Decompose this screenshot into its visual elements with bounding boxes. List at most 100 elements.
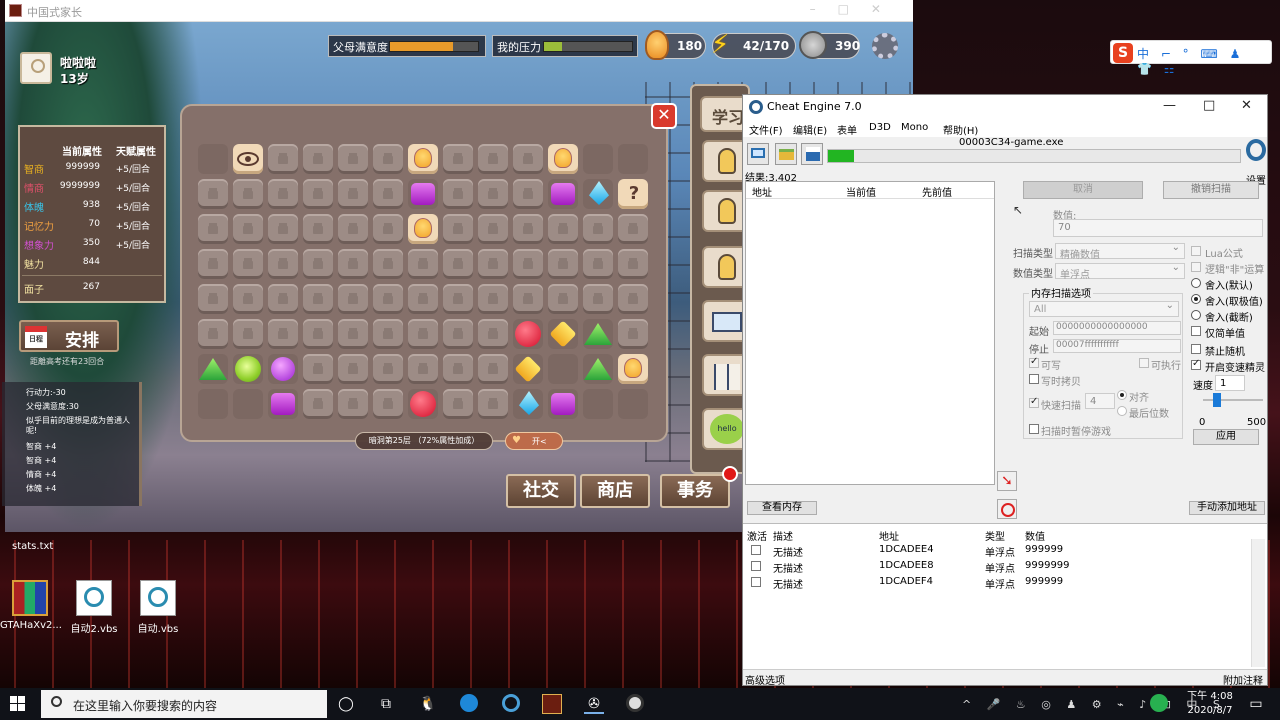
menu-item[interactable]: 编辑(E): [793, 122, 827, 137]
windows-start-icon[interactable]: [10, 696, 26, 712]
undo-scan-button[interactable]: 撤销扫描: [1163, 181, 1259, 199]
board-tile[interactable]: [548, 144, 578, 174]
board-tile[interactable]: [478, 389, 508, 419]
board-tile[interactable]: [443, 249, 473, 279]
board-tile[interactable]: [583, 249, 613, 279]
col-header-type[interactable]: 类型: [985, 528, 1005, 543]
ime-toolbar-items[interactable]: 中 ⌐ ° ⌨ ♟ 👕 ⚏: [1137, 45, 1271, 76]
speed-input[interactable]: 1: [1215, 375, 1245, 391]
board-tile[interactable]: [478, 214, 508, 244]
board-tile[interactable]: [618, 249, 648, 279]
advanced-options-link[interactable]: 高级选项: [745, 672, 785, 687]
board-tile[interactable]: [373, 214, 403, 244]
board-tile[interactable]: [373, 179, 403, 209]
board-tile[interactable]: [338, 249, 368, 279]
board-tile[interactable]: [443, 179, 473, 209]
desktop-icon-gtahax[interactable]: GTAHaXv2...: [0, 580, 62, 631]
copy-on-write-checkbox[interactable]: [1029, 374, 1039, 384]
board-tile[interactable]: [618, 284, 648, 314]
stop-address-input[interactable]: 00007fffffffffff: [1053, 339, 1181, 353]
add-address-button[interactable]: 手动添加地址: [1189, 501, 1265, 515]
sogou-logo-icon[interactable]: S: [1113, 43, 1133, 63]
board-tile[interactable]: [443, 144, 473, 174]
board-tile[interactable]: [303, 214, 333, 244]
desktop-file-stats[interactable]: stats.txt: [12, 541, 53, 552]
board-tile[interactable]: [618, 144, 648, 174]
menu-item[interactable]: 文件(F): [749, 122, 783, 137]
board-tile[interactable]: [373, 249, 403, 279]
board-tile[interactable]: [198, 144, 228, 174]
board-tile[interactable]: [618, 319, 648, 349]
board-tile[interactable]: [408, 214, 438, 244]
affairs-button[interactable]: 事务: [660, 474, 730, 508]
board-tile[interactable]: [548, 284, 578, 314]
lua-formula-checkbox[interactable]: [1191, 246, 1201, 256]
open-button[interactable]: ♥ 开<: [505, 432, 563, 450]
board-tile[interactable]: [408, 249, 438, 279]
board-tile[interactable]: [373, 319, 403, 349]
board-tile[interactable]: [198, 249, 228, 279]
apply-button[interactable]: 应用: [1193, 429, 1259, 445]
logic-not-checkbox[interactable]: [1191, 262, 1201, 272]
found-address-list[interactable]: 地址 当前值 先前值: [745, 181, 995, 485]
board-tile[interactable]: [478, 319, 508, 349]
menu-item[interactable]: D3D: [869, 122, 891, 133]
board-tile[interactable]: [443, 389, 473, 419]
board-tile[interactable]: [548, 214, 578, 244]
board-tile[interactable]: [338, 389, 368, 419]
board-tile[interactable]: [618, 214, 648, 244]
active-checkbox[interactable]: [751, 561, 761, 571]
board-tile[interactable]: [583, 389, 613, 419]
board-tile[interactable]: [513, 179, 543, 209]
board-tile[interactable]: [548, 389, 578, 419]
board-tile[interactable]: [198, 389, 228, 419]
board-tile[interactable]: [408, 319, 438, 349]
board-tile[interactable]: [233, 319, 263, 349]
col-header-description[interactable]: 描述: [773, 528, 793, 543]
shop-button[interactable]: 商店: [580, 474, 650, 508]
board-tile[interactable]: [233, 179, 263, 209]
board-tile[interactable]: [198, 214, 228, 244]
board-tile[interactable]: [618, 389, 648, 419]
board-tile[interactable]: [583, 214, 613, 244]
board-tile[interactable]: [513, 354, 543, 384]
table-row[interactable]: 无描述 1DCADEF4 单浮点 999999: [743, 574, 1243, 591]
value-input[interactable]: 70: [1053, 219, 1263, 237]
align-radio[interactable]: [1117, 390, 1127, 400]
board-tile[interactable]: [268, 214, 298, 244]
game-taskbar-icon[interactable]: [542, 694, 562, 714]
board-tile[interactable]: ?: [618, 179, 648, 209]
table-row[interactable]: 无描述 1DCADEE8 单浮点 9999999: [743, 558, 1243, 575]
board-tile[interactable]: [513, 319, 543, 349]
desktop-icon-auto[interactable]: 自动.vbs: [128, 580, 188, 635]
col-header-current[interactable]: 当前值: [846, 184, 876, 199]
board-tile[interactable]: [478, 284, 508, 314]
board-tile[interactable]: [478, 354, 508, 384]
board-tile[interactable]: [198, 354, 228, 384]
board-tile[interactable]: [373, 389, 403, 419]
cheat-engine-taskbar-icon[interactable]: ✇: [584, 694, 604, 714]
board-tile[interactable]: [303, 284, 333, 314]
close-board-button[interactable]: ✕: [651, 103, 677, 129]
board-tile[interactable]: [338, 354, 368, 384]
board-tile[interactable]: [268, 284, 298, 314]
round-truncate-radio[interactable]: [1191, 310, 1201, 320]
writable-checkbox[interactable]: [1029, 356, 1039, 368]
start-address-input[interactable]: 0000000000000000: [1053, 321, 1181, 335]
board-tile[interactable]: [303, 144, 333, 174]
task-view-icon[interactable]: ⧉: [376, 694, 396, 714]
board-tile[interactable]: [373, 284, 403, 314]
desktop-icon-auto2[interactable]: 自动2.vbs: [64, 580, 124, 635]
board-tile[interactable]: [513, 284, 543, 314]
board-tile[interactable]: [408, 284, 438, 314]
steam-like-icon[interactable]: [502, 694, 522, 714]
save-button[interactable]: [801, 143, 823, 165]
round-extreme-radio[interactable]: [1191, 294, 1201, 304]
board-tile[interactable]: [443, 284, 473, 314]
cheat-table[interactable]: 激活 描述 地址 类型 数值 无描述 1DCADEE4 单浮点 999999 无描述 1D…: [743, 523, 1267, 669]
disable-random-checkbox[interactable]: [1191, 344, 1201, 354]
taskbar-search[interactable]: 在这里输入你要搜索的内容: [41, 690, 327, 718]
board-tile[interactable]: [548, 354, 578, 384]
game-titlebar[interactable]: 中国式家长 –□✕: [5, 0, 913, 22]
notification-center-icon[interactable]: ▭: [1246, 694, 1266, 714]
